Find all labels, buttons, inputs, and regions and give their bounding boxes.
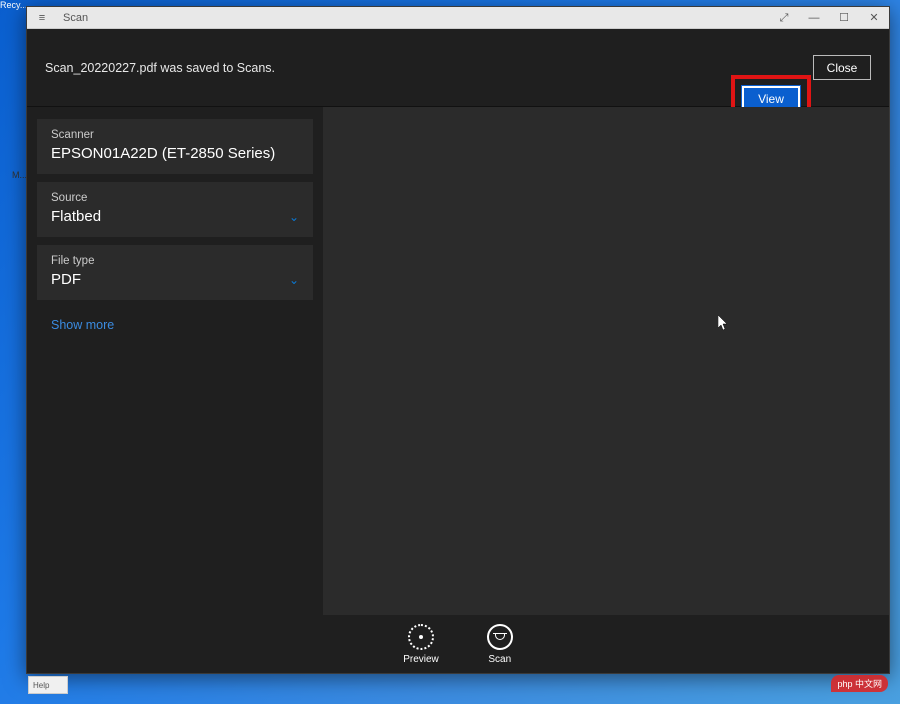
chevron-down-icon: ⌄ <box>289 273 299 287</box>
chevron-down-icon: ⌄ <box>289 210 299 224</box>
hamburger-icon: ≡ <box>39 12 45 24</box>
notification-buttons: View Close <box>813 55 871 80</box>
desktop-recycle-bin[interactable]: Recy... <box>0 0 26 10</box>
scanner-label: Scanner <box>51 129 299 141</box>
bottom-toolbar: Preview Scan <box>27 615 889 673</box>
filetype-value: PDF <box>51 271 81 288</box>
scan-label: Scan <box>488 654 511 665</box>
maximize-button[interactable]: ☐ <box>829 7 859 29</box>
expand-button[interactable]: ⤢ <box>769 7 799 29</box>
scan-icon <box>487 624 513 650</box>
window-title: Scan <box>63 12 88 24</box>
mouse-cursor-icon <box>718 315 728 329</box>
taskbar-fragment: Help <box>28 676 68 694</box>
scan-button[interactable]: Scan <box>487 624 513 665</box>
minimize-icon: — <box>809 12 820 24</box>
filetype-panel[interactable]: File type PDF ⌄ <box>37 245 313 300</box>
preview-area <box>323 107 889 615</box>
maximize-icon: ☐ <box>839 12 849 24</box>
source-panel[interactable]: Source Flatbed ⌄ <box>37 182 313 237</box>
app-body: Scan_20220227.pdf was saved to Scans. Vi… <box>27 29 889 673</box>
taskbar-help-label: Help <box>33 681 49 690</box>
main-area: Scanner EPSON01A22D (ET-2850 Series) Sou… <box>27 107 889 615</box>
settings-sidebar: Scanner EPSON01A22D (ET-2850 Series) Sou… <box>27 107 323 615</box>
close-button-label: Close <box>827 61 858 75</box>
scan-app-window: ≡ Scan ⤢ — ☐ ✕ Scan_20220227.pdf was sav… <box>26 6 890 674</box>
scanner-panel[interactable]: Scanner EPSON01A22D (ET-2850 Series) <box>37 119 313 174</box>
preview-label: Preview <box>403 654 439 665</box>
expand-icon: ⤢ <box>780 12 789 24</box>
scanner-value: EPSON01A22D (ET-2850 Series) <box>51 145 299 162</box>
source-value: Flatbed <box>51 208 101 225</box>
notification-close-button[interactable]: Close <box>813 55 871 80</box>
window-close-button[interactable]: ✕ <box>859 7 889 29</box>
close-icon: ✕ <box>869 12 878 24</box>
notification-bar: Scan_20220227.pdf was saved to Scans. Vi… <box>27 29 889 107</box>
preview-icon <box>408 624 434 650</box>
show-more-label: Show more <box>51 318 114 332</box>
view-button-label: View <box>758 92 784 106</box>
filetype-label: File type <box>51 255 299 267</box>
hamburger-menu-button[interactable]: ≡ <box>27 12 57 24</box>
preview-button[interactable]: Preview <box>403 624 439 665</box>
source-label: Source <box>51 192 299 204</box>
show-more-link[interactable]: Show more <box>37 308 313 342</box>
recycle-bin-label: Recy... <box>0 0 27 10</box>
minimize-button[interactable]: — <box>799 7 829 29</box>
watermark-badge: php 中文网 <box>831 675 888 692</box>
title-bar: ≡ Scan ⤢ — ☐ ✕ <box>27 7 889 29</box>
behind-window-text: M... <box>12 170 27 180</box>
notification-message: Scan_20220227.pdf was saved to Scans. <box>45 61 813 75</box>
